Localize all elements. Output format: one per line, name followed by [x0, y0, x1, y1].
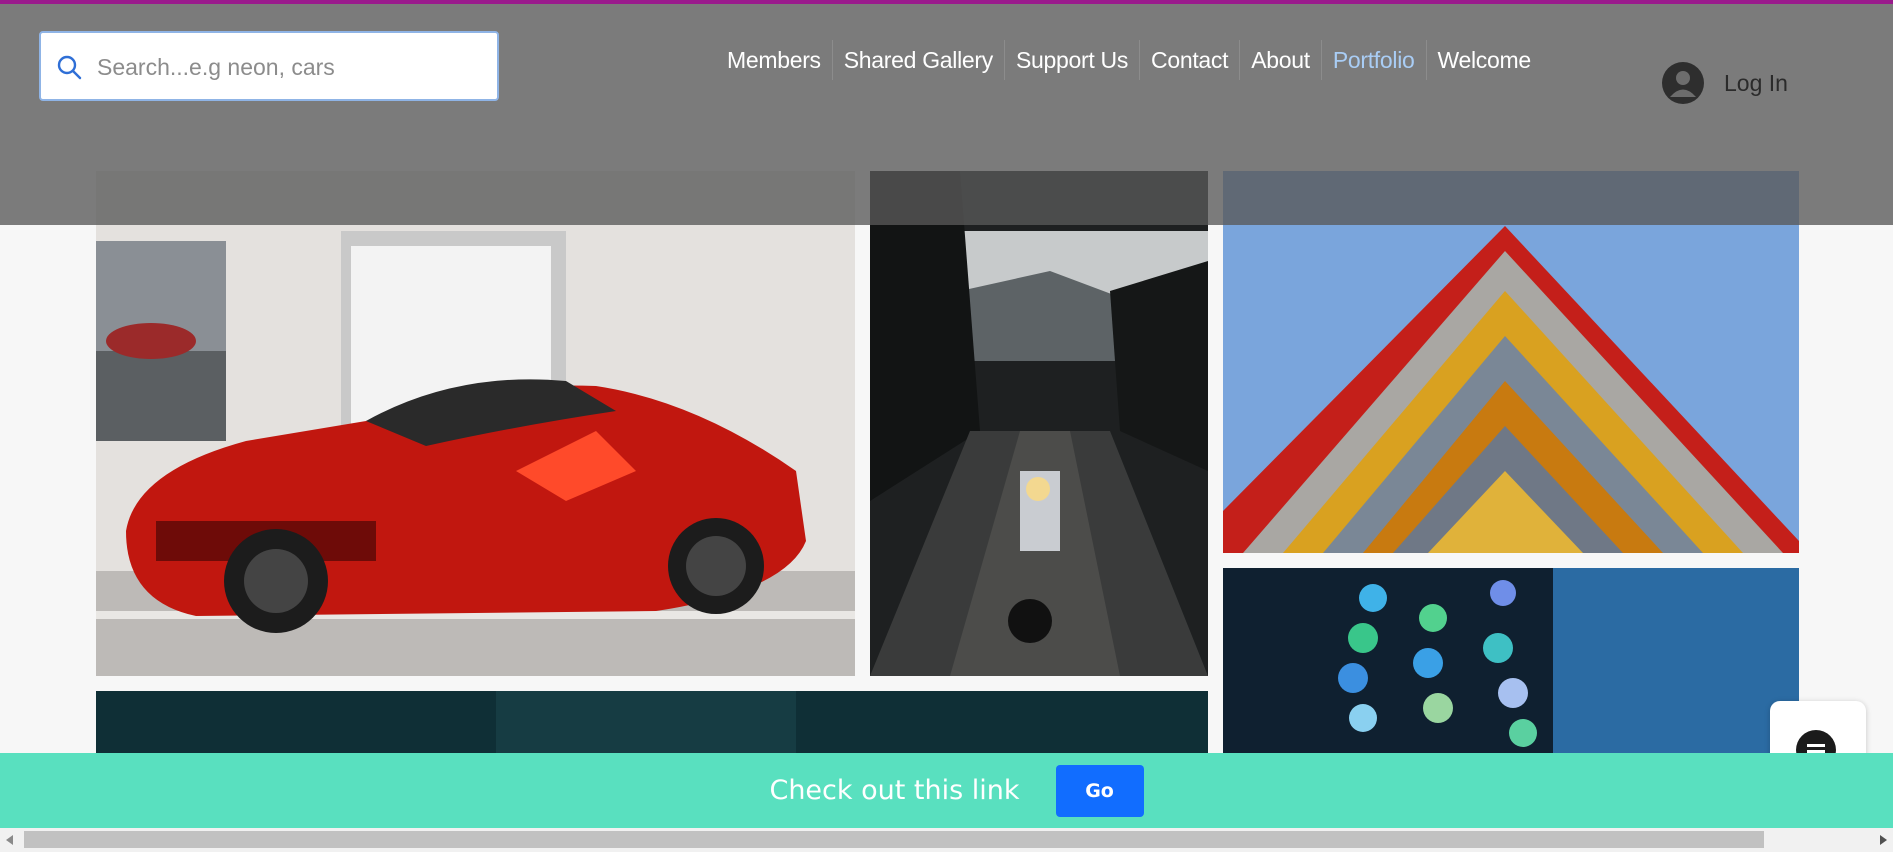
- nav-item-welcome[interactable]: Welcome: [1425, 40, 1542, 80]
- search-icon: [57, 55, 82, 80]
- gallery-image-building[interactable]: [1223, 171, 1799, 553]
- gallery-image-bokeh[interactable]: [1223, 568, 1799, 753]
- top-accent-line: [0, 0, 1893, 4]
- main-nav: Members Shared Gallery Support Us Contac…: [716, 40, 1542, 80]
- scrollbar-thumb[interactable]: [24, 831, 1764, 848]
- site-header: Members Shared Gallery Support Us Contac…: [0, 4, 1893, 225]
- gallery-image-red-car[interactable]: [96, 171, 855, 676]
- gallery-image-dark[interactable]: [96, 691, 1208, 753]
- promo-text: Check out this link: [769, 775, 1020, 806]
- login-label: Log In: [1724, 69, 1788, 96]
- nav-item-portfolio[interactable]: Portfolio: [1320, 40, 1426, 80]
- login-button[interactable]: Log In: [1662, 62, 1788, 104]
- nav-item-about[interactable]: About: [1239, 40, 1321, 80]
- scroll-left-arrow-icon[interactable]: [0, 828, 20, 852]
- gallery-image-motorcycle[interactable]: [870, 171, 1208, 676]
- search-input[interactable]: [97, 45, 487, 89]
- search-box[interactable]: [39, 31, 499, 101]
- nav-item-support-us[interactable]: Support Us: [1003, 40, 1139, 80]
- nav-item-shared-gallery[interactable]: Shared Gallery: [831, 40, 1004, 80]
- scroll-right-arrow-icon[interactable]: [1873, 828, 1893, 852]
- nav-item-members[interactable]: Members: [716, 40, 832, 80]
- user-avatar-icon: [1662, 62, 1704, 104]
- go-button[interactable]: Go: [1055, 764, 1144, 817]
- horizontal-scrollbar[interactable]: [0, 828, 1893, 852]
- promo-banner: Check out this link Go: [0, 753, 1893, 828]
- nav-item-contact[interactable]: Contact: [1139, 40, 1239, 80]
